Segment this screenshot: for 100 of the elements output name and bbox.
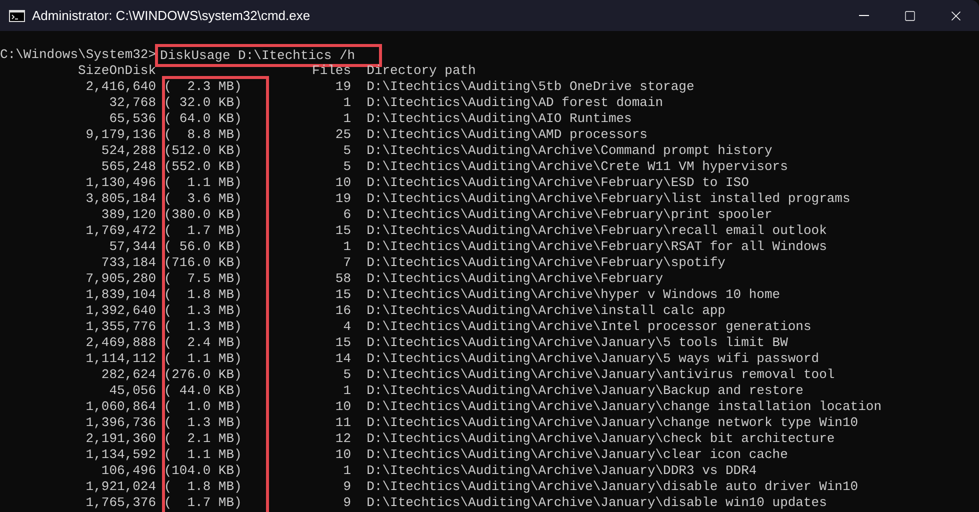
size-cell: 2,191,360: [86, 431, 156, 447]
size-cell: 524,288: [101, 143, 156, 159]
path-cell: D:\Itechtics\Auditing\Archive\Intel processor generations: [366, 319, 812, 335]
files-cell: 15: [335, 335, 352, 351]
path-cell: D:\Itechtics\Auditing\Archive\install calc app: [366, 303, 726, 319]
size-cell: 106,496: [101, 463, 156, 479]
files-cell: 1: [343, 463, 352, 479]
size-cell: 565,248: [101, 159, 156, 175]
path-cell: D:\Itechtics\Auditing\Archive\February\spotify: [366, 255, 726, 271]
path-cell: D:\Itechtics\Auditing\Archive\January\antivirus removal tool: [366, 367, 835, 383]
path-cell: D:\Itechtics\Auditing\Archive\January\check bit architecture: [366, 431, 835, 447]
files-cell: 4: [343, 319, 352, 335]
files-cell: 10: [335, 175, 352, 191]
maximize-icon: [904, 10, 916, 22]
size-cell: 1,392,640: [86, 303, 156, 319]
path-cell: D:\Itechtics\Auditing\AMD processors: [366, 127, 648, 143]
files-cell: 12: [335, 431, 352, 447]
human-size-cell: ( 1.3 MB): [164, 303, 242, 319]
human-size-cell: ( 1.3 MB): [164, 319, 242, 335]
human-size-cell: ( 8.8 MB): [164, 127, 242, 143]
size-cell: 1,769,472: [86, 223, 156, 239]
human-size-cell: (716.0 KB): [164, 255, 242, 271]
size-cell: 9,179,136: [86, 127, 156, 143]
human-size-cell: ( 1.3 MB): [164, 415, 242, 431]
path-cell: D:\Itechtics\Auditing\Archive\January\clear icon cache: [366, 447, 788, 463]
path-cell: D:\Itechtics\Auditing\Archive\January\disable win10 updates: [366, 495, 827, 511]
path-cell: D:\Itechtics\Auditing\Archive\January\Backup and restore: [366, 383, 804, 399]
human-size-cell: (104.0 KB): [164, 463, 242, 479]
files-cell: 1: [343, 111, 352, 127]
files-cell: 7: [343, 255, 352, 271]
files-cell: 5: [343, 159, 352, 175]
human-size-cell: ( 1.1 MB): [164, 447, 242, 463]
path-cell: D:\Itechtics\Auditing\Archive\January\disable auto driver Win10: [366, 479, 858, 495]
files-cell: 19: [335, 79, 352, 95]
path-cell: D:\Itechtics\Auditing\Archive\February\recall email outlook: [366, 223, 827, 239]
human-size-cell: ( 1.8 MB): [164, 479, 242, 495]
human-size-cell: ( 3.6 MB): [164, 191, 242, 207]
terminal-icon: [9, 10, 25, 22]
files-cell: 19: [335, 191, 352, 207]
column-header: Directory path: [366, 63, 476, 79]
path-cell: D:\Itechtics\Auditing\Archive\Crete W11 VM hypervisors: [366, 159, 788, 175]
files-cell: 58: [335, 271, 352, 287]
minimize-icon: [859, 15, 869, 16]
size-cell: 32,768: [109, 95, 156, 111]
path-cell: D:\Itechtics\Auditing\Archive\February\ESD to ISO: [366, 175, 749, 191]
size-cell: 1,060,864: [86, 399, 156, 415]
files-cell: 6: [343, 207, 352, 223]
files-cell: 15: [335, 223, 352, 239]
size-cell: 1,765,376: [86, 495, 156, 511]
human-size-cell: ( 64.0 KB): [164, 111, 242, 127]
size-cell: 2,469,888: [86, 335, 156, 351]
files-cell: 5: [343, 367, 352, 383]
size-cell: 3,805,184: [86, 191, 156, 207]
path-cell: D:\Itechtics\Auditing\5tb OneDrive storage: [366, 79, 694, 95]
human-size-cell: ( 1.1 MB): [164, 351, 242, 367]
size-cell: 1,114,112: [86, 351, 156, 367]
human-size-cell: ( 1.8 MB): [164, 287, 242, 303]
size-cell: 1,134,592: [86, 447, 156, 463]
size-cell: 45,056: [109, 383, 156, 399]
human-size-cell: ( 44.0 KB): [164, 383, 242, 399]
size-cell: 2,416,640: [86, 79, 156, 95]
path-cell: D:\Itechtics\Auditing\Archive\January\5 ways wifi password: [366, 351, 820, 367]
path-cell: D:\Itechtics\Auditing\Archive\February\list installed programs: [366, 191, 850, 207]
human-size-cell: ( 32.0 KB): [164, 95, 242, 111]
path-cell: D:\Itechtics\Auditing\AD forest domain: [366, 95, 664, 111]
prompt-text: C:\Windows\System32>: [0, 47, 156, 63]
files-cell: 1: [343, 239, 352, 255]
path-cell: D:\Itechtics\Auditing\Archive\February\print spooler: [366, 207, 772, 223]
window-title: Administrator: C:\WINDOWS\system32\cmd.exe: [32, 6, 310, 25]
path-cell: D:\Itechtics\Auditing\Archive\January\DDR3 vs DDR4: [366, 463, 757, 479]
size-cell: 65,536: [109, 111, 156, 127]
size-cell: 1,921,024: [86, 479, 156, 495]
path-cell: D:\Itechtics\Auditing\Archive\February\RSAT for all Windows: [366, 239, 827, 255]
files-cell: 5: [343, 143, 352, 159]
path-cell: D:\Itechtics\Auditing\Archive\January\change installation location: [366, 399, 882, 415]
human-size-cell: ( 2.1 MB): [164, 431, 242, 447]
path-cell: D:\Itechtics\Auditing\Archive\February: [366, 271, 664, 287]
size-cell: 7,905,280: [86, 271, 156, 287]
files-cell: 1: [343, 95, 352, 111]
files-cell: 11: [335, 415, 352, 431]
size-cell: 1,396,736: [86, 415, 156, 431]
files-cell: 9: [343, 479, 352, 495]
files-cell: 1: [343, 383, 352, 399]
files-cell: 14: [335, 351, 352, 367]
human-size-cell: ( 1.7 MB): [164, 223, 242, 239]
human-size-cell: ( 1.0 MB): [164, 399, 242, 415]
column-header: Files: [312, 63, 352, 79]
path-cell: D:\Itechtics\Auditing\Archive\hyper v Windows 10 home: [366, 287, 780, 303]
files-cell: 9: [343, 495, 352, 511]
human-size-cell: ( 56.0 KB): [164, 239, 242, 255]
human-size-cell: ( 1.1 MB): [164, 175, 242, 191]
path-cell: D:\Itechtics\Auditing\Archive\January\change network type Win10: [366, 415, 858, 431]
human-size-cell: (380.0 KB): [164, 207, 242, 223]
size-cell: 1,355,776: [86, 319, 156, 335]
human-size-cell: (276.0 KB): [164, 367, 242, 383]
size-cell: 57,344: [109, 239, 156, 255]
size-cell: 1,130,496: [86, 175, 156, 191]
path-cell: D:\Itechtics\Auditing\Archive\Command prompt history: [366, 143, 772, 159]
files-cell: 25: [335, 127, 352, 143]
size-cell: 1,839,104: [86, 287, 156, 303]
